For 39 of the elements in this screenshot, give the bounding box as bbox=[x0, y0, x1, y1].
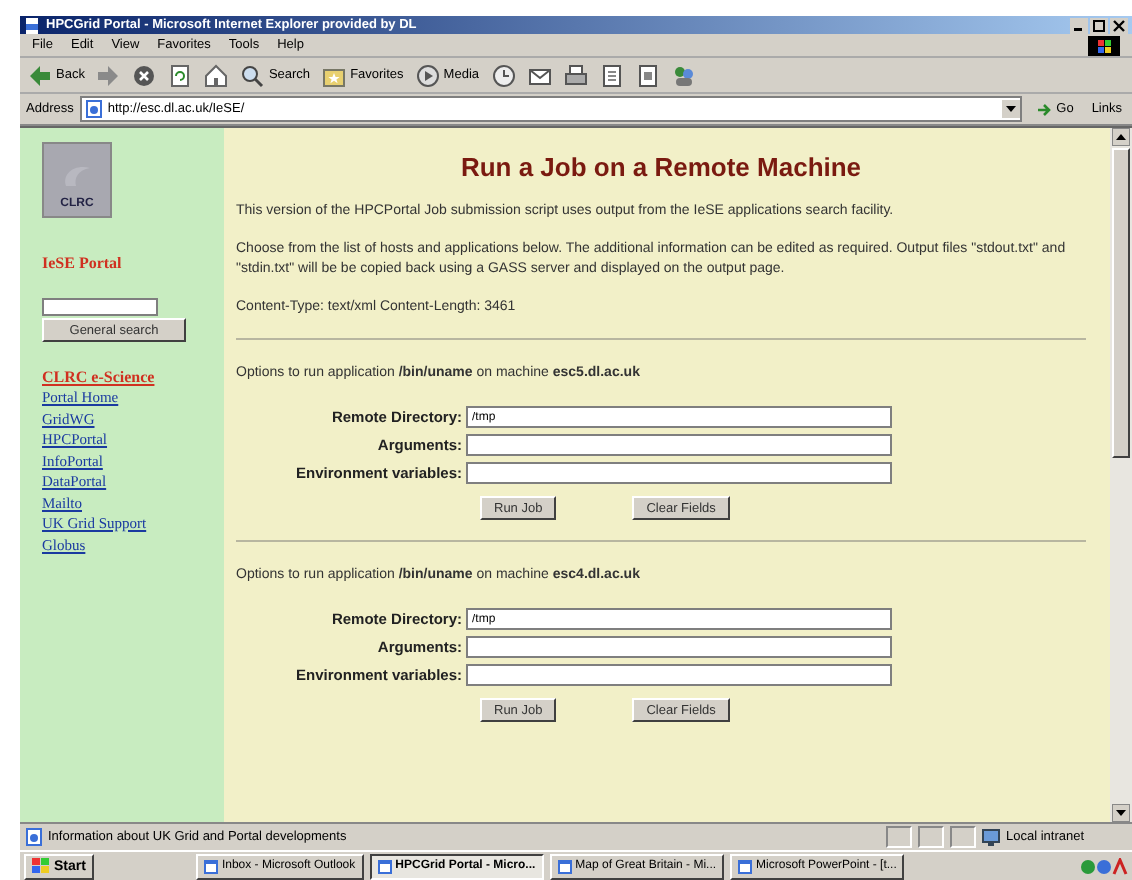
refresh-icon[interactable] bbox=[168, 63, 193, 87]
page-icon bbox=[26, 828, 42, 846]
stop-icon[interactable] bbox=[132, 63, 157, 87]
back-arrow-icon bbox=[28, 63, 52, 87]
page-icon bbox=[85, 100, 102, 118]
document-icon[interactable] bbox=[599, 63, 624, 87]
input-field[interactable] bbox=[466, 434, 892, 456]
document-icon[interactable] bbox=[635, 63, 660, 87]
go-arrow-icon bbox=[1036, 101, 1053, 117]
minimize-icon[interactable] bbox=[1070, 17, 1088, 33]
printer-icon[interactable] bbox=[563, 63, 588, 87]
intranet-icon bbox=[982, 828, 1000, 846]
page-icon bbox=[24, 17, 40, 33]
scrollbar[interactable] bbox=[1110, 128, 1132, 822]
input-field[interactable] bbox=[466, 664, 892, 686]
scroll-up-icon[interactable] bbox=[1112, 128, 1130, 146]
scroll-down-icon[interactable] bbox=[1112, 804, 1130, 822]
close-icon[interactable] bbox=[1110, 17, 1128, 33]
home-icon[interactable] bbox=[204, 63, 229, 87]
magnifier-icon bbox=[240, 63, 265, 87]
people-icon[interactable] bbox=[671, 63, 696, 87]
input-field[interactable] bbox=[466, 462, 892, 484]
flag-icon bbox=[32, 858, 50, 874]
portal-title: IeSE Portal bbox=[42, 254, 122, 272]
envelope-icon[interactable] bbox=[527, 63, 552, 87]
flag-logo-icon bbox=[1088, 35, 1120, 55]
input-field[interactable] bbox=[466, 636, 892, 658]
window-icon bbox=[203, 859, 218, 873]
clock-icon[interactable] bbox=[491, 63, 516, 87]
section-link[interactable]: CLRC e-Science bbox=[42, 368, 155, 388]
page-heading: Run a Job on a Remote Machine bbox=[458, 152, 864, 182]
window-icon bbox=[557, 859, 572, 873]
window-icon bbox=[738, 859, 753, 873]
search-field[interactable] bbox=[42, 298, 158, 316]
media-icon bbox=[415, 63, 440, 87]
tray-icons bbox=[1080, 857, 1128, 875]
maximize-icon[interactable] bbox=[1090, 17, 1108, 33]
dropdown-arrow-icon[interactable] bbox=[1002, 100, 1021, 118]
window-icon bbox=[377, 859, 392, 873]
